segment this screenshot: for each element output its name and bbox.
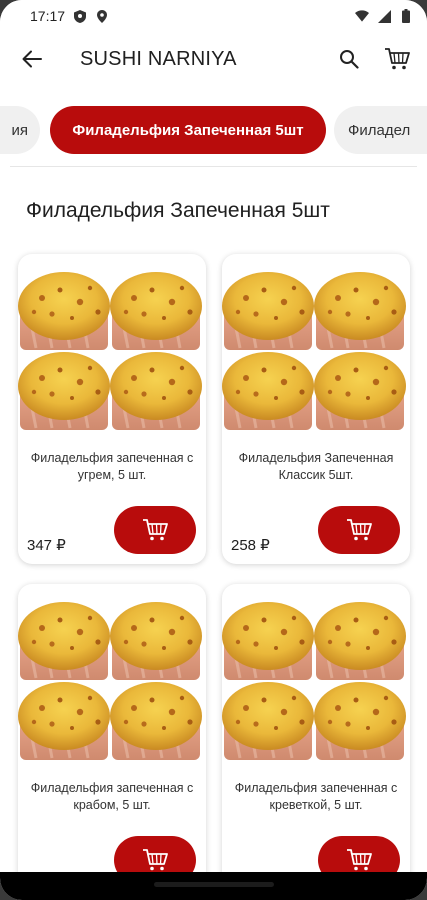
bottom-navigation-bar — [0, 872, 427, 900]
product-name: Филадельфия запеченная с крабом, 5 шт. — [30, 781, 194, 812]
cart-icon — [385, 48, 410, 70]
location-icon — [95, 9, 109, 23]
add-to-cart-button[interactable] — [318, 506, 400, 554]
section-title: Филадельфия Запеченная 5шт — [26, 199, 330, 222]
product-image — [222, 268, 410, 432]
status-left: 17:17 — [30, 8, 109, 24]
category-chip-active[interactable]: Филадельфия Запеченная 5шт — [50, 106, 326, 154]
cart-icon — [143, 849, 168, 871]
product-image — [18, 268, 206, 432]
product-image — [222, 598, 410, 762]
app-title: SUSHI NARNIYA — [80, 47, 237, 70]
divider — [10, 166, 417, 167]
gesture-handle[interactable] — [153, 882, 274, 887]
app-bar: SUSHI NARNIYA — [0, 32, 427, 86]
status-bar: 17:17 — [0, 0, 427, 32]
arrow-left-icon — [22, 50, 42, 68]
app-screen: 17:17 SUSHI NARNIYA ия Филадельфия Запеч… — [0, 0, 427, 900]
product-name: Филадельфия запеченная с угрем, 5 шт. — [30, 451, 194, 482]
cart-icon — [143, 519, 168, 541]
back-button[interactable] — [8, 35, 56, 83]
product-image — [18, 598, 206, 762]
shield-icon — [73, 9, 87, 23]
product-card[interactable]: Филадельфия запеченная с угрем, 5 шт. 34… — [18, 254, 206, 564]
product-name: Филадельфия Запеченная Классик 5шт. — [238, 451, 394, 482]
product-card[interactable]: Филадельфия Запеченная Классик 5шт. 258 … — [222, 254, 410, 564]
product-card[interactable]: Филадельфия запеченная с крабом, 5 шт. — [18, 584, 206, 894]
category-chips: ия Филадельфия Запеченная 5шт Филадел — [0, 102, 427, 158]
product-price: 258 ₽ — [231, 537, 270, 554]
product-price: 347 ₽ — [27, 537, 66, 554]
category-chip-prev[interactable]: ия — [0, 106, 40, 154]
signal-icon — [377, 9, 391, 23]
wifi-icon — [355, 9, 369, 23]
cart-button[interactable] — [377, 39, 417, 79]
cart-icon — [347, 849, 372, 871]
status-time: 17:17 — [30, 8, 66, 24]
search-button[interactable] — [329, 39, 369, 79]
product-card[interactable]: Филадельфия запеченная с креветкой, 5 шт… — [222, 584, 410, 894]
app-actions — [329, 39, 417, 79]
status-right — [355, 9, 413, 23]
product-name: Филадельфия запеченная с креветкой, 5 шт… — [234, 781, 398, 812]
category-chip-next[interactable]: Филадел — [334, 106, 427, 154]
battery-icon — [399, 9, 413, 23]
cart-icon — [347, 519, 372, 541]
search-icon — [340, 50, 359, 69]
add-to-cart-button[interactable] — [114, 506, 196, 554]
